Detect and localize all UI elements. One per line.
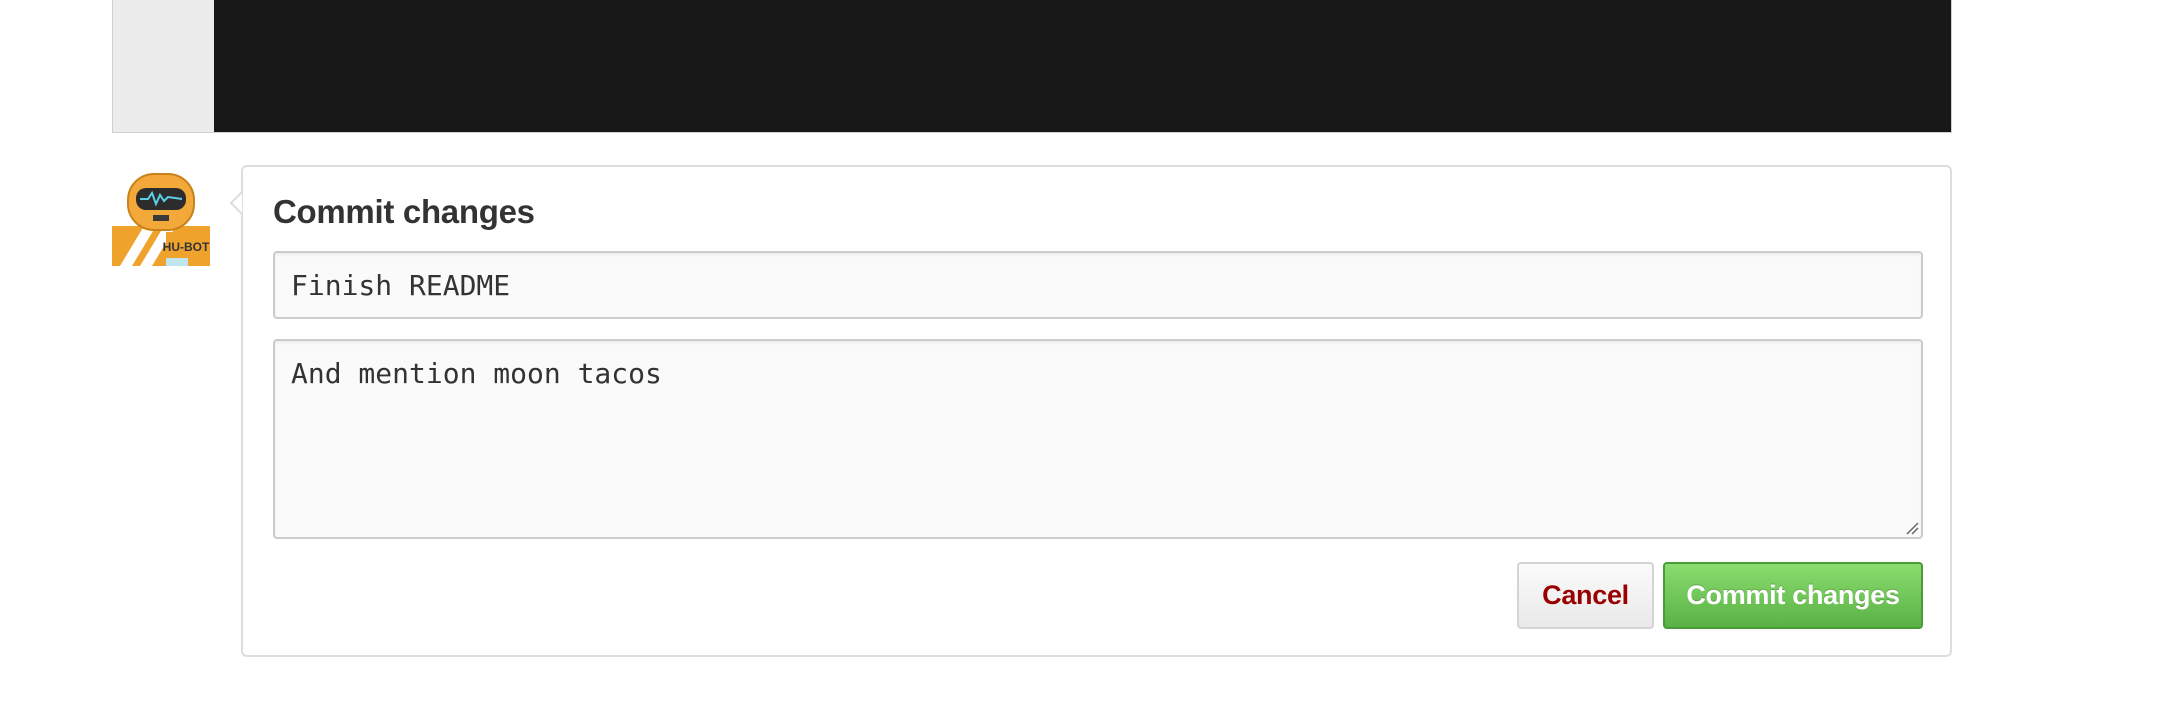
commit-form-title: Commit changes bbox=[273, 193, 535, 230]
commit-changes-button[interactable]: Commit changes bbox=[1663, 562, 1923, 629]
resize-grip-icon[interactable] bbox=[1905, 521, 1919, 535]
commit-form-panel: Commit changes And mention moon tacos Ca… bbox=[229, 165, 1952, 657]
panel-pointer bbox=[229, 191, 253, 215]
line-number-gutter bbox=[113, 0, 214, 132]
code-editor-area[interactable] bbox=[214, 0, 1951, 132]
svg-text:HU-BOT: HU-BOT bbox=[163, 240, 210, 254]
cancel-button[interactable]: Cancel bbox=[1517, 562, 1654, 629]
code-editor bbox=[112, 0, 1952, 133]
commit-summary-input[interactable] bbox=[273, 251, 1923, 319]
hubot-avatar-icon: HU-BOT bbox=[112, 173, 210, 266]
avatar: HU-BOT bbox=[112, 168, 210, 266]
commit-description-textarea[interactable]: And mention moon tacos bbox=[273, 339, 1923, 539]
